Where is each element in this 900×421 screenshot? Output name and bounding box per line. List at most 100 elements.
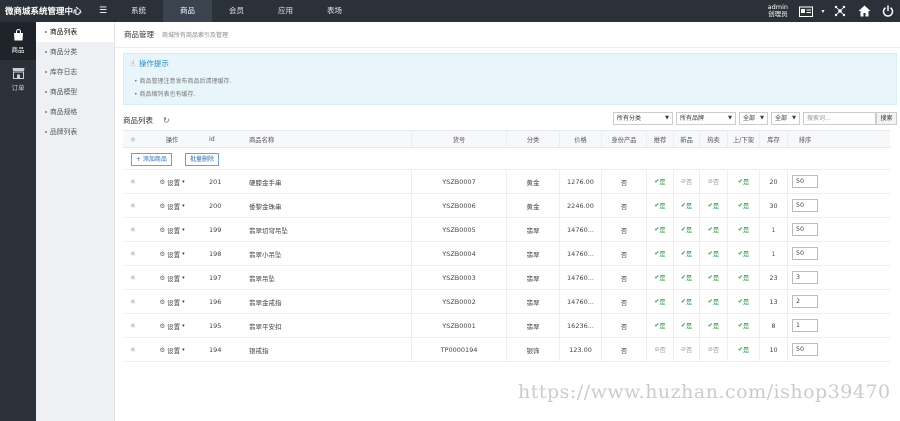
batch-delete-button[interactable]: 批量删除 bbox=[185, 153, 220, 166]
settings-dropdown[interactable]: ⚙ 设置 ▾ bbox=[143, 170, 201, 193]
hot-toggle[interactable]: ⊘ 否 bbox=[699, 170, 727, 193]
hot-toggle[interactable]: ✔ 是 bbox=[699, 314, 727, 337]
topnav-market[interactable]: 表场 bbox=[310, 0, 359, 22]
hot-toggle-flag: 否 bbox=[712, 347, 720, 354]
sort-input[interactable]: 50 bbox=[792, 343, 818, 356]
hot-toggle[interactable]: ⊘ 否 bbox=[699, 338, 727, 361]
sidebar-item-orders[interactable]: 订单 bbox=[0, 60, 36, 98]
new-toggle-flag: 是 bbox=[685, 203, 693, 210]
star-icon[interactable]: ★ bbox=[123, 290, 143, 313]
recommend-toggle[interactable]: ✔ 是 bbox=[646, 170, 673, 193]
gear-icon: ⚙ bbox=[159, 321, 166, 330]
new-toggle-flag: 是 bbox=[685, 275, 693, 282]
settings-dropdown[interactable]: ⚙ 设置 ▾ bbox=[143, 194, 201, 217]
search-input[interactable]: 搜索词... bbox=[803, 112, 876, 125]
refresh-icon[interactable]: ↻ bbox=[163, 116, 170, 125]
star-icon[interactable]: ★ bbox=[123, 170, 143, 193]
tips-title[interactable]: ☝ 操作提示 bbox=[130, 58, 169, 69]
menu-toggle-icon[interactable]: ☰ bbox=[92, 0, 114, 22]
sidebar-item-goods[interactable]: 商品 bbox=[0, 22, 36, 60]
hot-toggle[interactable]: ✔ 是 bbox=[699, 266, 727, 289]
settings-dropdown[interactable]: ⚙ 设置 ▾ bbox=[143, 242, 201, 265]
star-icon[interactable]: ★ bbox=[123, 218, 143, 241]
onsale-toggle[interactable]: ✔ 是 bbox=[727, 218, 759, 241]
table-header: ★ 操作 id 商品名称 货号 分类 价格 身份产品 推荐 新品 热卖 上/下架… bbox=[123, 130, 890, 148]
topnav-system[interactable]: 系统 bbox=[114, 0, 163, 22]
category-select[interactable]: 所有分类 ▼ bbox=[613, 112, 673, 125]
recommend-toggle[interactable]: ✔ 是 bbox=[646, 266, 673, 289]
sort-input[interactable]: 50 bbox=[792, 247, 818, 260]
onsale-toggle-flag: 是 bbox=[742, 203, 750, 210]
sort-input[interactable]: 50 bbox=[792, 223, 818, 236]
onsale-toggle[interactable]: ✔ 是 bbox=[727, 170, 759, 193]
new-toggle[interactable]: ⊘ 否 bbox=[673, 338, 699, 361]
goods-id: 198 bbox=[209, 249, 222, 258]
hot-toggle[interactable]: ✔ 是 bbox=[699, 194, 727, 217]
submenu-brand-list[interactable]: 品牌列表 bbox=[36, 122, 114, 142]
star-icon[interactable]: ★ bbox=[123, 314, 143, 337]
sort-input[interactable]: 50 bbox=[792, 199, 818, 212]
star-icon[interactable]: ★ bbox=[123, 338, 143, 361]
new-toggle[interactable]: ✔ 是 bbox=[673, 194, 699, 217]
onsale-toggle[interactable]: ✔ 是 bbox=[727, 338, 759, 361]
onsale-toggle-flag: 是 bbox=[742, 347, 750, 354]
hot-toggle[interactable]: ✔ 是 bbox=[699, 290, 727, 313]
hot-toggle[interactable]: ✔ 是 bbox=[699, 242, 727, 265]
id-card-icon[interactable] bbox=[794, 0, 818, 22]
recommend-toggle[interactable]: ✔ 是 bbox=[646, 242, 673, 265]
new-toggle[interactable]: ✔ 是 bbox=[673, 242, 699, 265]
recommend-toggle-flag: 是 bbox=[659, 203, 666, 210]
sort-input[interactable]: 50 bbox=[792, 175, 818, 188]
onsale-toggle[interactable]: ✔ 是 bbox=[727, 290, 759, 313]
submenu-goods-list[interactable]: 商品列表 bbox=[36, 22, 114, 42]
topnav-apps[interactable]: 应用 bbox=[261, 0, 310, 22]
goods-sku: YSZB0001 bbox=[411, 314, 506, 337]
star-icon[interactable]: ★ bbox=[123, 242, 143, 265]
search-button[interactable]: 搜索 bbox=[876, 112, 897, 125]
hot-toggle[interactable]: ✔ 是 bbox=[699, 218, 727, 241]
caret-down-icon: ▾ bbox=[182, 178, 185, 185]
settings-label: 设置 bbox=[167, 346, 181, 355]
star-icon[interactable]: ★ bbox=[123, 266, 143, 289]
type-select[interactable]: 全部 ▼ bbox=[771, 112, 800, 125]
new-toggle[interactable]: ✔ 是 bbox=[673, 266, 699, 289]
settings-dropdown[interactable]: ⚙ 设置 ▾ bbox=[143, 314, 201, 337]
topnav-goods[interactable]: 商品 bbox=[163, 0, 212, 22]
sort-input[interactable]: 3 bbox=[792, 271, 818, 284]
submenu-goods-spec[interactable]: 商品规格 bbox=[36, 102, 114, 122]
brand-select[interactable]: 所有品牌 ▼ bbox=[676, 112, 736, 125]
submenu-label: 商品列表 bbox=[50, 28, 78, 36]
settings-dropdown[interactable]: ⚙ 设置 ▾ bbox=[143, 218, 201, 241]
home-icon[interactable] bbox=[852, 0, 876, 22]
onsale-toggle[interactable]: ✔ 是 bbox=[727, 194, 759, 217]
topnav-members[interactable]: 会员 bbox=[212, 0, 261, 22]
submenu-stock-log[interactable]: 库存日志 bbox=[36, 62, 114, 82]
settings-dropdown[interactable]: ⚙ 设置 ▾ bbox=[143, 290, 201, 313]
new-toggle[interactable]: ✔ 是 bbox=[673, 290, 699, 313]
recommend-toggle[interactable]: ✔ 是 bbox=[646, 194, 673, 217]
new-toggle[interactable]: ✔ 是 bbox=[673, 218, 699, 241]
sort-input[interactable]: 2 bbox=[792, 295, 818, 308]
recommend-toggle[interactable]: ✔ 是 bbox=[646, 314, 673, 337]
power-icon[interactable] bbox=[876, 0, 900, 22]
add-goods-button[interactable]: + 添加商品 bbox=[131, 153, 172, 166]
caret-down-icon[interactable]: ▾ bbox=[818, 0, 828, 22]
settings-dropdown[interactable]: ⚙ 设置 ▾ bbox=[143, 266, 201, 289]
submenu-goods-model[interactable]: 商品模型 bbox=[36, 82, 114, 102]
new-toggle[interactable]: ✔ 是 bbox=[673, 314, 699, 337]
onsale-toggle[interactable]: ✔ 是 bbox=[727, 266, 759, 289]
status-select[interactable]: 全部 ▼ bbox=[739, 112, 768, 125]
onsale-toggle[interactable]: ✔ 是 bbox=[727, 242, 759, 265]
settings-dropdown[interactable]: ⚙ 设置 ▾ bbox=[143, 338, 201, 361]
recommend-toggle[interactable]: ✔ 是 bbox=[646, 218, 673, 241]
onsale-toggle[interactable]: ✔ 是 bbox=[727, 314, 759, 337]
user-info[interactable]: admin 创理员 bbox=[768, 4, 788, 18]
sort-input[interactable]: 1 bbox=[792, 319, 818, 332]
recommend-toggle[interactable]: ✔ 是 bbox=[646, 290, 673, 313]
goods-name: 翡翠金戒指 bbox=[249, 298, 282, 307]
submenu-goods-category[interactable]: 商品分类 bbox=[36, 42, 114, 62]
star-icon[interactable]: ★ bbox=[123, 194, 143, 217]
network-icon[interactable] bbox=[828, 0, 852, 22]
recommend-toggle[interactable]: ⊘ 否 bbox=[646, 338, 673, 361]
new-toggle[interactable]: ⊘ 否 bbox=[673, 170, 699, 193]
